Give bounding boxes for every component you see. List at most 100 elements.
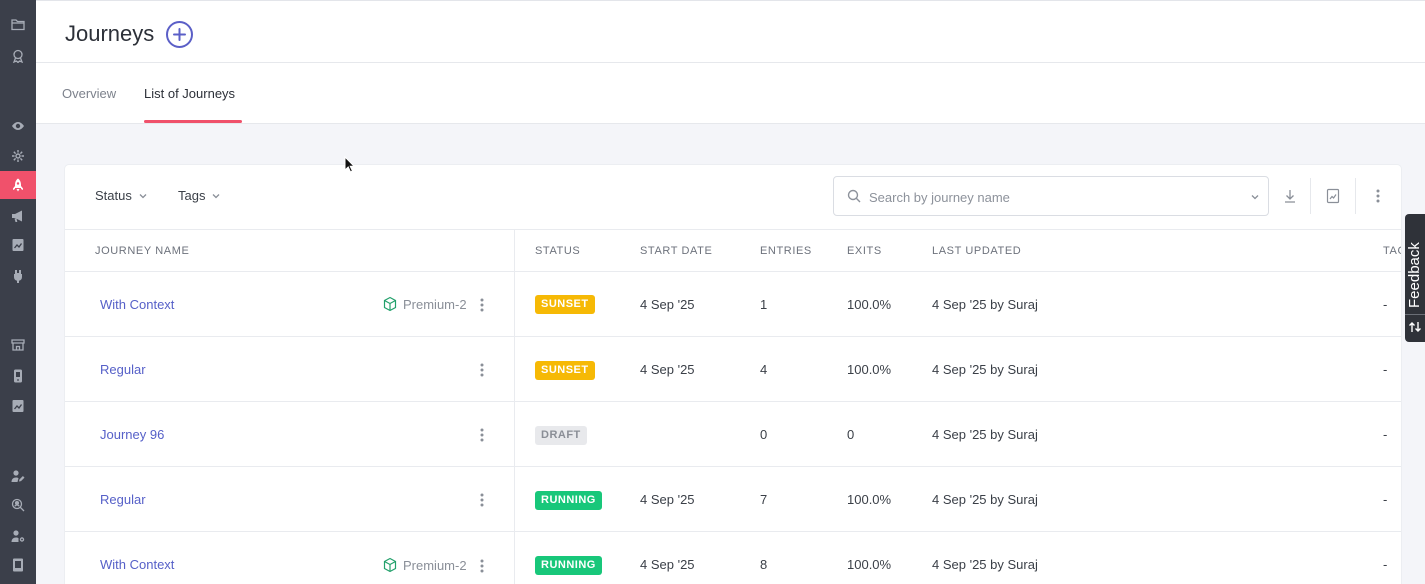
toolbar-divider	[1355, 178, 1356, 214]
last-updated: 4 Sep '25 by Suraj	[932, 492, 1038, 507]
sparkle-icon[interactable]	[5, 145, 31, 167]
feedback-divider	[1405, 314, 1425, 315]
journey-name-link[interactable]: Regular	[100, 492, 146, 507]
status-badge: SUNSET	[535, 295, 595, 314]
last-updated: 4 Sep '25 by Suraj	[932, 427, 1038, 442]
status-filter[interactable]: Status	[95, 188, 148, 203]
search-input[interactable]	[869, 187, 1229, 207]
column-divider	[514, 229, 515, 584]
journey-name-link[interactable]: With Context	[100, 297, 174, 312]
user-edit-icon[interactable]	[5, 465, 31, 487]
start-date: 4 Sep '25	[640, 362, 695, 377]
row-menu-button[interactable]	[475, 360, 489, 380]
tags-filter[interactable]: Tags	[178, 188, 221, 203]
table-row: With Context Premium-2 RUNNING 4 Sep '25…	[65, 532, 1401, 584]
tags-value: -	[1383, 557, 1388, 572]
table-row: Regular SUNSET 4 Sep '25 4 100.0% 4 Sep …	[65, 337, 1401, 402]
column-header-last-updated[interactable]: LAST UPDATED	[932, 245, 1021, 257]
download-button[interactable]	[1278, 183, 1302, 209]
feedback-tab[interactable]: Feedback	[1405, 214, 1425, 342]
user-settings-icon[interactable]	[5, 525, 31, 547]
plugin-icon[interactable]	[5, 265, 31, 287]
billing-icon[interactable]	[5, 554, 31, 576]
kebab-menu-icon	[480, 363, 484, 377]
entries-count: 1	[760, 297, 768, 312]
column-header-start-date[interactable]: START DATE	[640, 245, 712, 257]
page-header: Journeys	[36, 0, 1425, 63]
row-menu-button[interactable]	[475, 490, 489, 510]
page-title: Journeys	[65, 21, 155, 46]
report-icon[interactable]	[5, 234, 31, 256]
sort-arrows-icon	[1409, 322, 1421, 332]
cube-icon	[383, 557, 397, 573]
folder-icon[interactable]	[5, 13, 31, 35]
column-header-journey-name[interactable]: JOURNEY NAME	[95, 245, 189, 257]
tags-value: -	[1383, 492, 1388, 507]
kebab-menu-icon	[480, 428, 484, 442]
entries-count: 4	[760, 362, 768, 377]
start-date: 4 Sep '25	[640, 557, 695, 572]
column-header-exits[interactable]: EXITS	[847, 245, 882, 257]
download-icon	[1285, 190, 1295, 203]
chevron-down-icon	[139, 193, 147, 198]
journey-search[interactable]	[833, 176, 1269, 216]
start-date: 4 Sep '25	[640, 492, 695, 507]
cube-icon	[383, 296, 397, 312]
row-menu-button[interactable]	[475, 425, 489, 445]
report-button[interactable]	[1321, 183, 1345, 209]
tags-value: -	[1383, 362, 1388, 377]
left-sidebar	[0, 0, 36, 584]
exits-value: 0	[847, 427, 855, 442]
context-tag: Premium-2	[382, 557, 467, 573]
journey-name-link[interactable]: Regular	[100, 362, 146, 377]
user-search-icon[interactable]	[5, 494, 31, 516]
tab-list-of-journeys[interactable]: List of Journeys	[144, 86, 235, 101]
row-menu-button[interactable]	[475, 295, 489, 315]
tab-bar: Overview List of Journeys	[36, 63, 1425, 124]
chevron-down-icon[interactable]	[1250, 192, 1260, 202]
plus-icon	[173, 28, 186, 41]
table-header: JOURNEY NAME STATUS START DATE ENTRIES E…	[65, 229, 1401, 272]
tags-filter-label: Tags	[178, 188, 206, 203]
rocket-icon[interactable]	[0, 171, 36, 199]
award-icon[interactable]	[5, 45, 31, 67]
table-row: With Context Premium-2 SUNSET 4 Sep '25 …	[65, 272, 1401, 337]
journeys-table-card: Status Tags JOURNEY NAME STATUS START DA…	[65, 165, 1401, 584]
journey-name-link[interactable]: With Context	[100, 557, 174, 572]
entries-count: 8	[760, 557, 768, 572]
journey-name-link[interactable]: Journey 96	[100, 427, 164, 442]
add-journey-button[interactable]	[166, 21, 193, 48]
status-badge: DRAFT	[535, 426, 587, 445]
entries-count: 0	[760, 427, 768, 442]
last-updated: 4 Sep '25 by Suraj	[932, 557, 1038, 572]
kebab-menu-icon	[480, 298, 484, 312]
column-header-entries[interactable]: ENTRIES	[760, 245, 812, 257]
mouse-cursor-icon	[344, 156, 356, 173]
context-tag: Premium-2	[382, 296, 467, 312]
context-label: Premium-2	[403, 557, 467, 573]
column-header-tags[interactable]: TAG	[1383, 245, 1401, 257]
megaphone-icon[interactable]	[5, 205, 31, 227]
context-label: Premium-2	[403, 296, 467, 312]
exits-value: 100.0%	[847, 492, 892, 507]
tags-value: -	[1383, 427, 1388, 442]
status-badge: SUNSET	[535, 361, 595, 380]
chevron-down-icon	[213, 193, 220, 198]
exits-value: 100.0%	[847, 362, 892, 377]
store-icon[interactable]	[5, 334, 31, 356]
chart-icon[interactable]	[5, 395, 31, 417]
more-options-button[interactable]	[1366, 183, 1390, 209]
table-row: Regular RUNNING 4 Sep '25 7 100.0% 4 Sep…	[65, 467, 1401, 532]
start-date: 4 Sep '25	[640, 297, 695, 312]
search-icon	[847, 189, 861, 203]
row-menu-button[interactable]	[475, 556, 489, 576]
feedback-label: Feedback	[1406, 242, 1423, 308]
column-header-status[interactable]: STATUS	[535, 245, 580, 257]
eye-icon[interactable]	[5, 115, 31, 137]
kebab-menu-icon	[480, 493, 484, 507]
tab-overview[interactable]: Overview	[62, 86, 116, 101]
toolbar-divider	[1310, 178, 1311, 214]
mobile-icon[interactable]	[5, 365, 31, 387]
status-filter-label: Status	[95, 188, 132, 203]
exits-value: 100.0%	[847, 297, 892, 312]
